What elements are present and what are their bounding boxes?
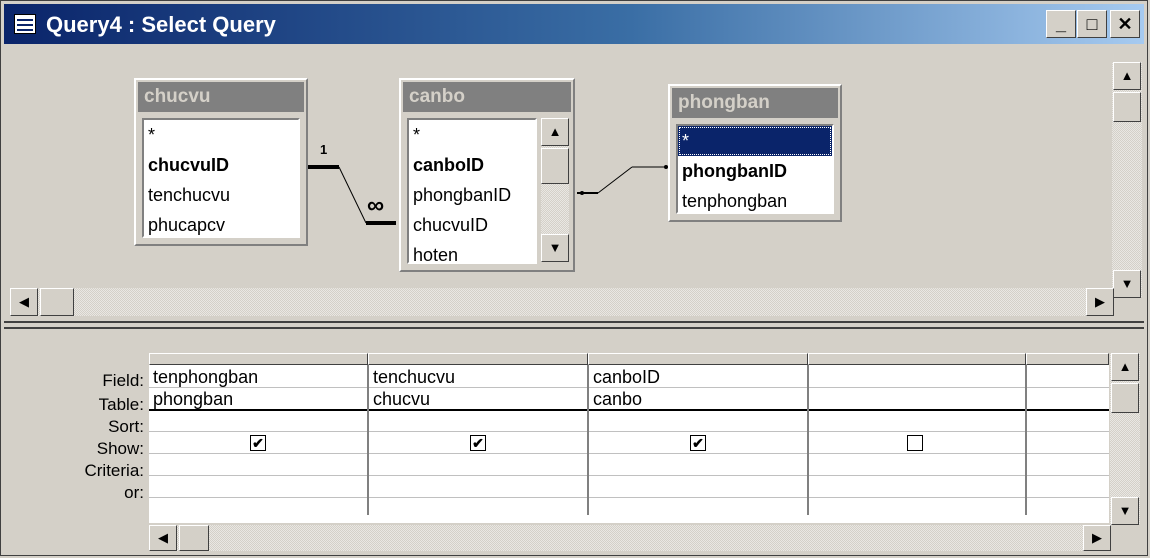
grid-vertical-scrollbar[interactable]: ▲ ▼ [1110,353,1140,525]
diagram-horizontal-scrollbar[interactable]: ◀ ▶ [10,288,1114,316]
scroll-down-button[interactable]: ▼ [1113,270,1141,298]
scroll-right-button[interactable]: ▶ [1083,525,1111,551]
pane-splitter[interactable] [4,321,1144,329]
column-selector[interactable] [149,353,368,365]
or-cell[interactable] [589,477,807,499]
field-item[interactable]: chucvuID [144,150,298,180]
query-window: Query4 : Select Query _ □ ✕ 1 ∞ chucvu *… [0,0,1148,556]
table-cell[interactable] [809,389,1025,411]
column-selector[interactable] [588,353,808,365]
field-cell[interactable]: canboID [589,367,807,389]
sort-cell[interactable] [589,411,807,433]
scroll-up-button[interactable]: ▲ [541,118,569,146]
row-label-criteria: Criteria: [84,461,144,480]
field-item-selected[interactable]: * [678,126,832,156]
scroll-up-button[interactable]: ▲ [1111,353,1139,381]
field-item[interactable]: phongbanID [409,180,535,210]
criteria-cell[interactable] [149,455,367,477]
sort-cell[interactable] [149,411,367,433]
field-list-scrollbar[interactable]: ▲ ▼ [541,118,569,262]
scroll-left-button[interactable]: ◀ [149,525,177,551]
table-cell[interactable]: phongban [149,389,367,411]
column-selector[interactable] [1026,353,1109,365]
field-item[interactable]: phongbanID [678,156,832,186]
field-item[interactable]: tenchucvu [144,180,298,210]
row-label-field: Field: [102,371,144,390]
maximize-button[interactable]: □ [1077,10,1107,38]
field-item[interactable]: hoten [409,240,535,262]
column-selector[interactable] [368,353,588,365]
criteria-cell[interactable] [589,455,807,477]
table-header[interactable]: phongban [672,88,838,118]
field-item[interactable]: canboID [409,150,535,180]
scroll-left-button[interactable]: ◀ [10,288,38,316]
table-cell[interactable]: canbo [589,389,807,411]
row-label-show: Show: [96,439,144,458]
field-cell[interactable] [1027,367,1109,389]
show-checkbox[interactable]: ✔ [250,435,266,451]
query-datasheet-icon [14,14,36,34]
scroll-thumb[interactable] [1111,383,1139,413]
field-item[interactable]: * [144,120,298,150]
diagram-vertical-scrollbar[interactable]: ▲ ▼ [1112,62,1142,298]
field-list: * chucvuID tenchucvu phucapcv [142,118,300,238]
row-label-sort: Sort: [108,417,144,436]
sort-cell[interactable] [369,411,587,433]
field-item[interactable]: chucvuID [409,210,535,240]
many-cardinality-label: ∞ [367,192,385,219]
window-title: Query4 : Select Query [46,12,276,37]
field-item[interactable]: tenphongban [678,186,832,212]
table-header[interactable]: chucvu [138,82,304,112]
show-checkbox[interactable]: ✔ [470,435,486,451]
scroll-thumb[interactable] [1113,92,1141,122]
scroll-up-button[interactable]: ▲ [1113,62,1141,90]
relationship-lines [306,165,668,225]
field-cell[interactable]: tenchucvu [369,367,587,389]
row-label-table: Table: [98,395,144,414]
scroll-thumb[interactable] [40,288,74,316]
table-chucvu[interactable]: chucvu * chucvuID tenchucvu phucapcv [134,78,308,246]
title-bar[interactable]: Query4 : Select Query _ □ ✕ [4,4,1144,44]
query-design-grid: tenphongban phongban ✔ tenchucvu chucvu … [149,353,1109,523]
join-startpoint-dot [580,191,584,195]
grid-row-separator [149,453,1109,454]
column-selector[interactable] [808,353,1026,365]
scroll-thumb[interactable] [179,525,209,551]
design-grid-pane: Field: Table: Sort: Show: Criteria: or: [4,331,1144,553]
table-phongban[interactable]: phongban * phongbanID tenphongban [668,84,842,222]
scroll-down-button[interactable]: ▼ [1111,497,1139,525]
field-cell[interactable] [809,367,1025,389]
table-canbo[interactable]: canbo * canboID phongbanID chucvuID hote… [399,78,575,272]
join-line-connector [338,166,367,224]
grid-horizontal-scrollbar[interactable]: ◀ ▶ [149,525,1111,551]
or-cell[interactable] [149,477,367,499]
scroll-right-button[interactable]: ▶ [1086,288,1114,316]
field-list: * phongbanID tenphongban [676,124,834,214]
table-diagram-pane: 1 ∞ chucvu * chucvuID tenchucvu phucapcv… [4,46,1144,318]
table-cell[interactable]: chucvu [369,389,587,411]
close-button[interactable]: ✕ [1110,10,1140,38]
show-checkbox[interactable] [907,435,923,451]
scroll-down-button[interactable]: ▼ [541,234,569,262]
one-cardinality-label: 1 [320,142,328,157]
field-item[interactable]: * [409,120,535,150]
field-list: * canboID phongbanID chucvuID hoten [407,118,537,264]
criteria-cell[interactable] [369,455,587,477]
join-line-phongban-connector [597,166,633,194]
minimize-button[interactable]: _ [1046,10,1076,38]
show-checkbox[interactable]: ✔ [690,435,706,451]
field-cell[interactable]: tenphongban [149,367,367,389]
table-header[interactable]: canbo [403,82,571,112]
scroll-thumb[interactable] [541,148,569,184]
or-cell[interactable] [369,477,587,499]
row-label-or: or: [124,483,144,502]
field-item[interactable]: phucapcv [144,210,298,236]
